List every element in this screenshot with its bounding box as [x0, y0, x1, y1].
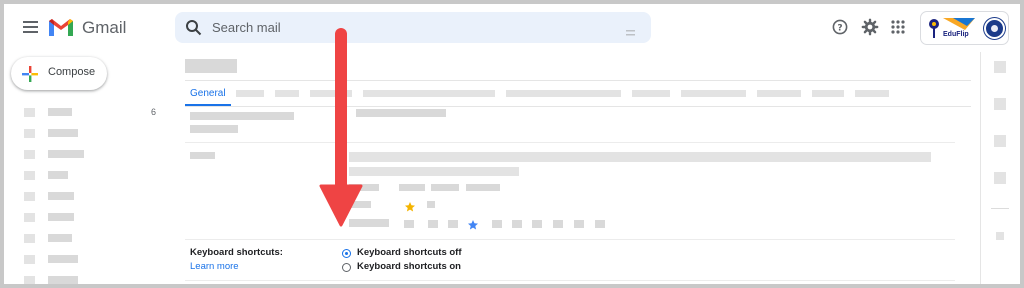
sidebar-item-count: 6 [151, 107, 157, 117]
sidebar-item-icon[interactable] [24, 213, 35, 222]
menu-icon[interactable] [22, 18, 40, 36]
app-name: Gmail [82, 18, 127, 37]
setting-value[interactable] [428, 220, 438, 228]
sidebar-item-label[interactable] [48, 129, 78, 137]
divider [185, 80, 971, 81]
help-icon[interactable]: ? [832, 19, 848, 35]
tab[interactable] [236, 90, 264, 97]
setting-value[interactable] [595, 220, 605, 228]
settings-title [185, 59, 237, 73]
side-panel-icon[interactable] [996, 232, 1004, 240]
sidebar-item-icon[interactable] [24, 171, 35, 180]
setting-label [190, 112, 294, 120]
gmail-logo-icon[interactable] [48, 17, 74, 37]
compose-label: Compose [48, 66, 96, 78]
sidebar-item-icon[interactable] [24, 108, 35, 117]
gear-icon[interactable] [861, 18, 879, 36]
sidebar-item-label[interactable] [48, 192, 74, 200]
sidebar-item-icon[interactable] [24, 276, 35, 284]
tab-general[interactable]: General [190, 88, 226, 99]
side-panel-icon[interactable] [994, 61, 1006, 73]
compose-plus-icon [22, 66, 38, 82]
learn-more-link[interactable]: Learn more [190, 261, 239, 272]
sidebar-item-label[interactable] [48, 150, 84, 158]
setting-value[interactable] [574, 220, 584, 228]
tab[interactable] [632, 90, 670, 97]
annotation-arrow [319, 28, 363, 227]
search-bar[interactable]: Search mail [175, 12, 651, 43]
setting-value[interactable] [431, 184, 459, 191]
star-icon[interactable] [467, 218, 479, 230]
sidebar-item-label[interactable] [48, 171, 68, 179]
sidebar-item-label[interactable] [48, 213, 74, 221]
radio-shortcuts-off-label[interactable]: Keyboard shortcuts off [357, 247, 462, 258]
tab[interactable] [506, 90, 621, 97]
divider [185, 142, 955, 143]
divider [185, 239, 955, 240]
sidebar-item-icon[interactable] [24, 150, 35, 159]
account-logo[interactable]: EduFlip [920, 11, 1009, 45]
avatar[interactable] [984, 18, 1005, 39]
sidebar-item-icon[interactable] [24, 192, 35, 201]
setting-value[interactable] [349, 167, 519, 176]
search-icon[interactable] [185, 19, 202, 36]
keyboard-shortcuts-label: Keyboard shortcuts: [190, 247, 283, 258]
radio-shortcuts-on-label[interactable]: Keyboard shortcuts on [357, 261, 461, 272]
apps-grid-icon[interactable] [891, 20, 905, 34]
sidebar-item-label[interactable] [48, 108, 72, 116]
gmail-window: Gmail Search mail ? EduFlip Compose 6 Ge… [4, 4, 1020, 284]
compose-button[interactable]: Compose [11, 57, 107, 90]
radio-shortcuts-off[interactable] [342, 249, 351, 258]
tab[interactable] [275, 90, 299, 97]
divider [991, 208, 1009, 209]
radio-icon [345, 252, 348, 255]
setting-value[interactable] [427, 201, 435, 208]
tab[interactable] [363, 90, 495, 97]
tab[interactable] [812, 90, 844, 97]
sidebar-item-label[interactable] [48, 234, 72, 242]
setting-value[interactable] [553, 220, 563, 228]
search-options-icon[interactable] [626, 24, 636, 36]
tab[interactable] [757, 90, 801, 97]
setting-value[interactable] [404, 220, 414, 228]
setting-value[interactable] [492, 220, 502, 228]
setting-value[interactable] [532, 220, 542, 228]
tab[interactable] [855, 90, 889, 97]
divider [185, 280, 955, 281]
sidebar-item-icon[interactable] [24, 255, 35, 264]
setting-value[interactable] [399, 184, 425, 191]
side-panel-icon[interactable] [994, 135, 1006, 147]
svg-text:?: ? [837, 24, 842, 34]
star-icon[interactable] [404, 200, 416, 212]
account-logo-text: EduFlip [943, 31, 969, 38]
sidebar-item-label[interactable] [48, 255, 78, 263]
search-input[interactable]: Search mail [212, 20, 281, 35]
setting-label [190, 125, 238, 133]
side-panel-icon[interactable] [994, 172, 1006, 184]
tab[interactable] [681, 90, 746, 97]
sidebar-item-label[interactable] [48, 276, 78, 284]
setting-value[interactable] [356, 109, 446, 117]
divider [185, 106, 971, 107]
side-panel-icon[interactable] [994, 98, 1006, 110]
setting-value[interactable] [466, 184, 500, 191]
radio-shortcuts-on[interactable] [342, 263, 351, 272]
setting-value[interactable] [349, 152, 931, 162]
setting-value[interactable] [448, 220, 458, 228]
sidebar-item-icon[interactable] [24, 234, 35, 243]
setting-label [190, 152, 215, 159]
sidebar-item-icon[interactable] [24, 129, 35, 138]
right-panel-border [980, 52, 981, 284]
setting-value[interactable] [512, 220, 522, 228]
